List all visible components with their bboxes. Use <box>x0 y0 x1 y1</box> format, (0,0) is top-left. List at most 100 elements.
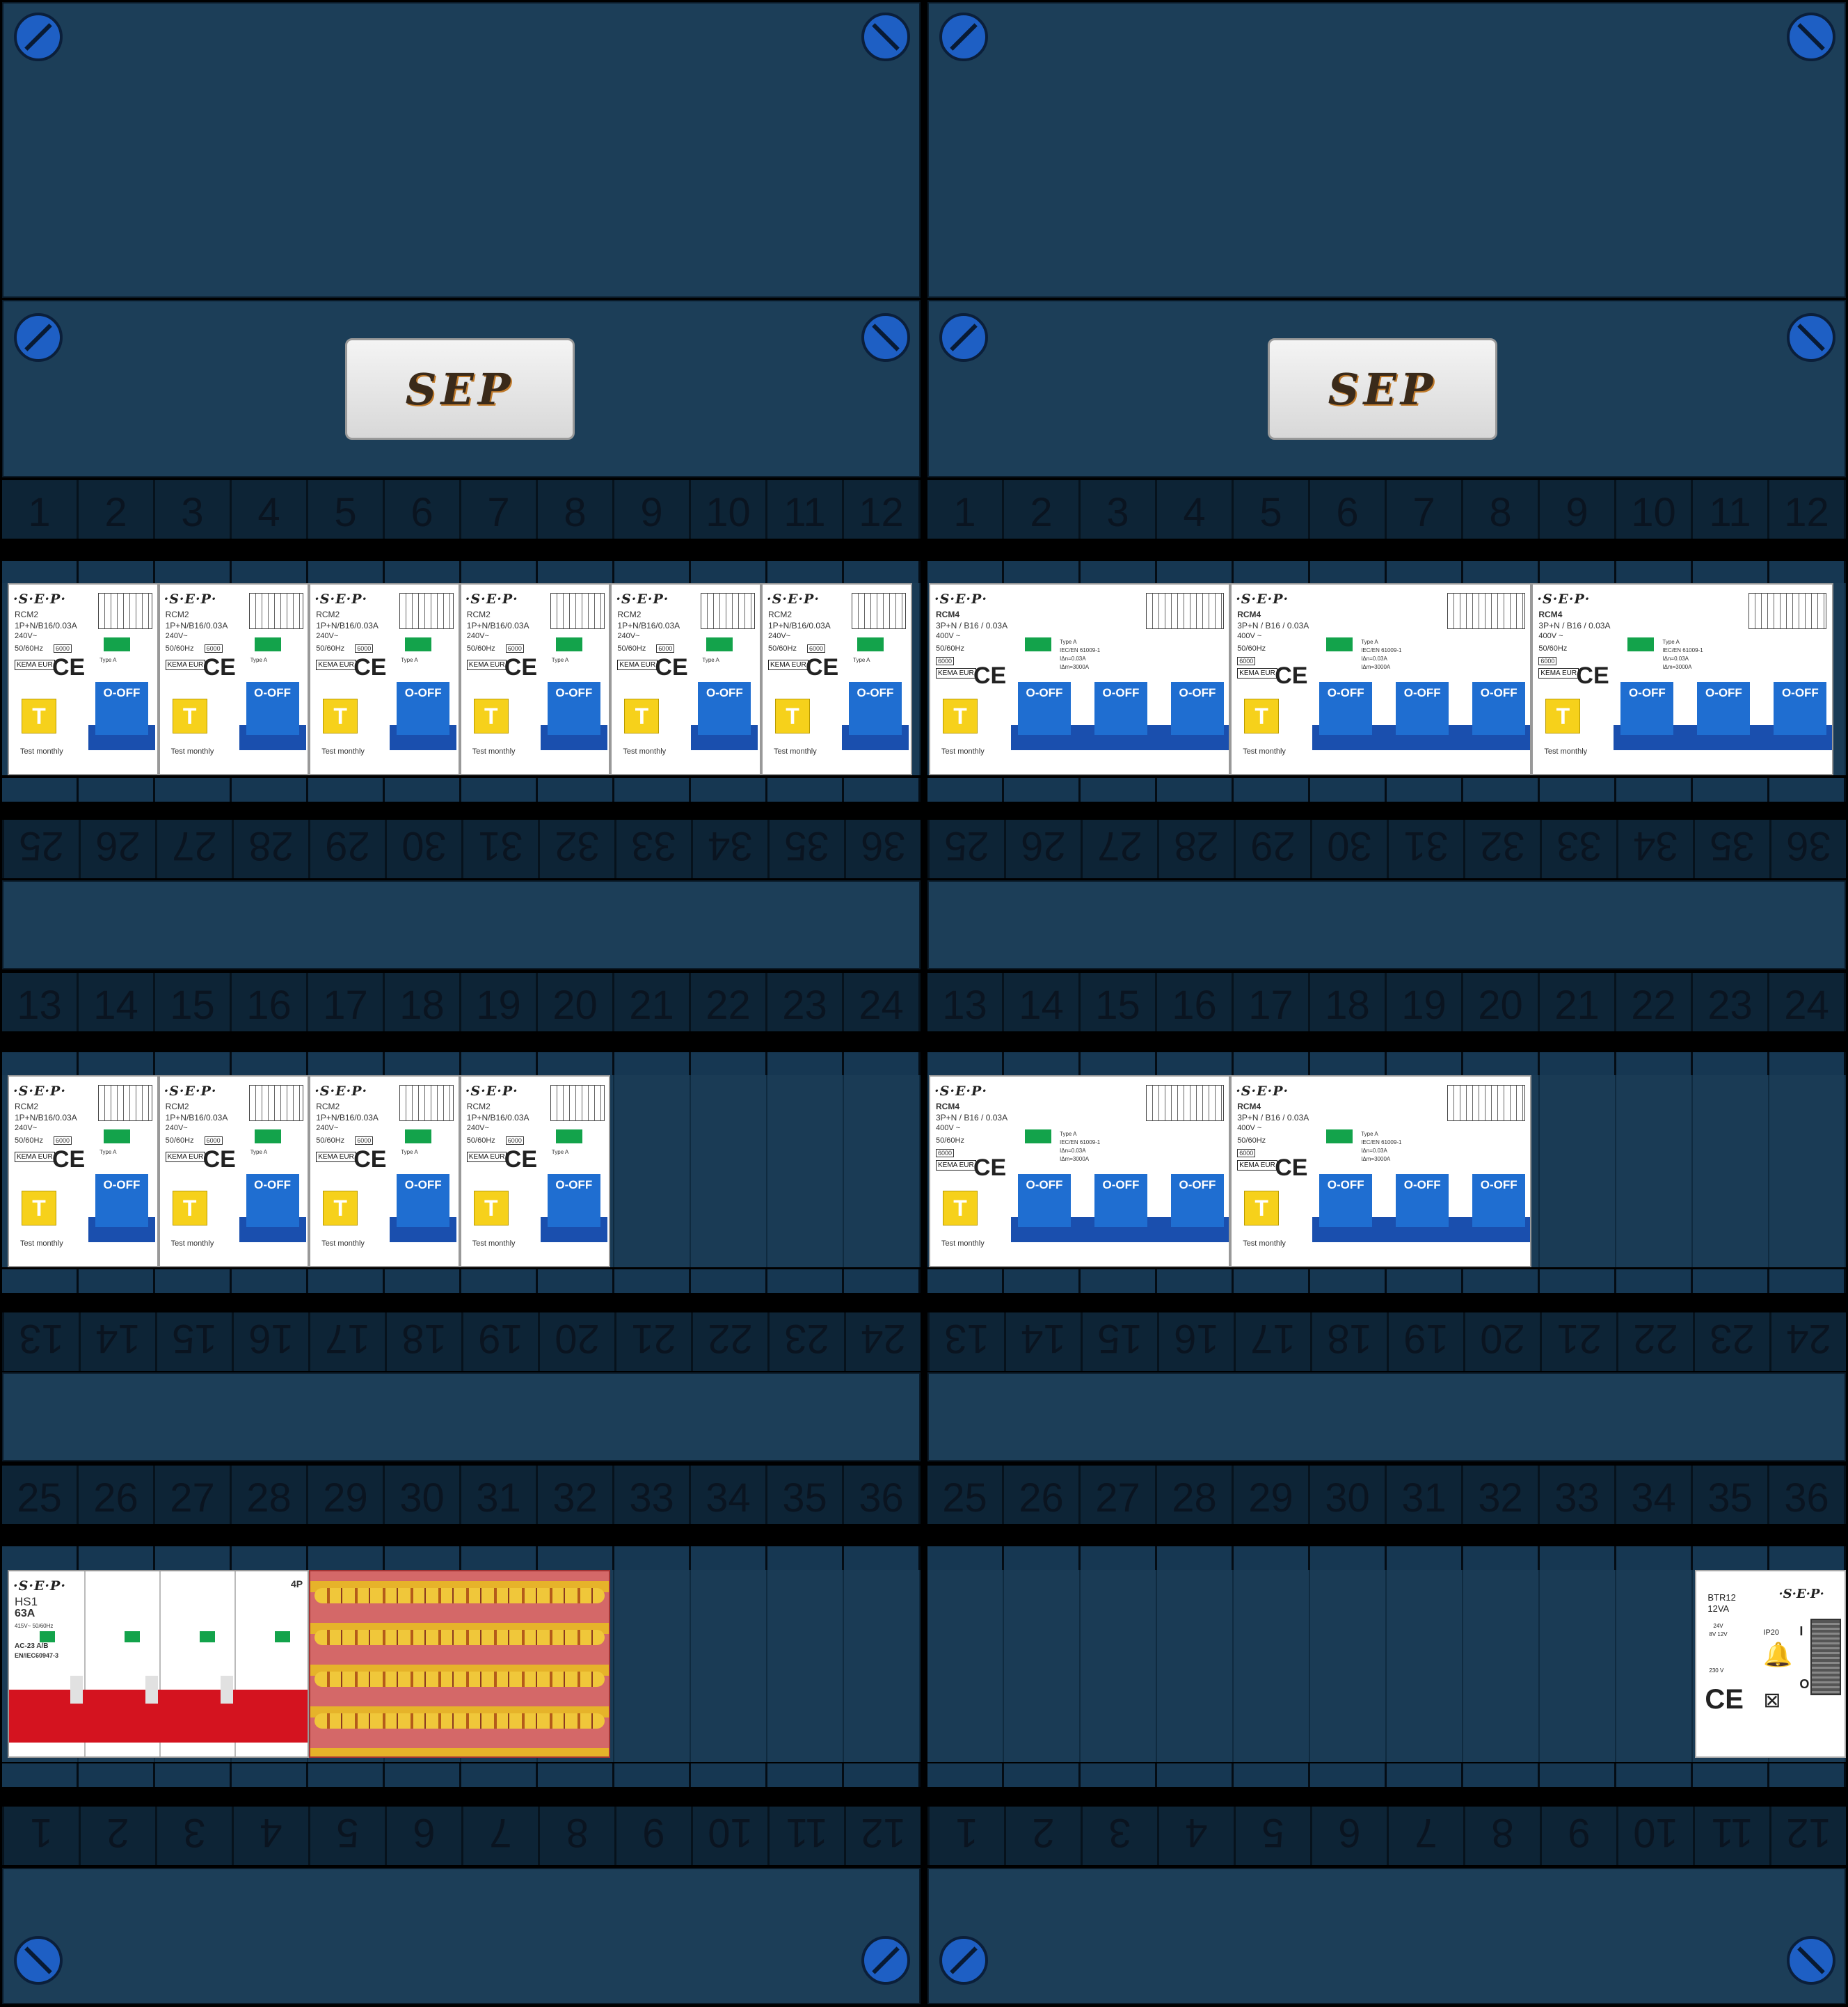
off-toggle[interactable]: O-OFF <box>246 1174 299 1227</box>
module-number: 30 <box>385 1466 461 1524</box>
off-toggle[interactable]: O-OFF <box>1319 682 1373 735</box>
type-label: Type A <box>702 657 719 663</box>
off-toggle[interactable]: O-OFF <box>1094 682 1147 735</box>
off-toggle[interactable]: O-OFF <box>95 1174 148 1227</box>
off-toggle[interactable]: O-OFF <box>1396 1174 1449 1227</box>
rail-segment <box>1616 778 1693 802</box>
off-toggle[interactable]: O-OFF <box>397 682 450 735</box>
va-label: 12VA <box>1707 1603 1730 1614</box>
module-number: 33 <box>614 1466 691 1524</box>
model-label: RCM2 <box>316 610 340 619</box>
test-button[interactable]: T <box>1545 699 1581 733</box>
off-toggle[interactable]: O-OFF <box>547 682 600 735</box>
rail-segment <box>927 1546 1004 1570</box>
busbar-terminals <box>314 1588 605 1603</box>
module-number: 23 <box>767 973 844 1031</box>
test-button[interactable]: T <box>323 1191 358 1225</box>
rail-segment <box>1234 778 1310 802</box>
rail-segment <box>155 1269 232 1293</box>
rail-segment <box>155 1763 232 1787</box>
status-indicator <box>706 637 733 651</box>
test-button[interactable]: T <box>943 1191 978 1225</box>
footer-label: Test monthly <box>941 747 985 756</box>
test-button[interactable]: T <box>172 699 207 733</box>
type-label: Type A <box>853 657 870 663</box>
module-number: 17 <box>1234 1312 1310 1371</box>
module-number: 6 <box>1310 480 1387 539</box>
module-number: 2 <box>1004 480 1081 539</box>
off-toggle[interactable]: O-OFF <box>849 682 902 735</box>
model-label: RCM4 <box>1237 610 1261 619</box>
module-number: 10 <box>691 480 767 539</box>
test-button[interactable]: T <box>775 699 810 733</box>
test-button[interactable]: T <box>172 1191 207 1225</box>
module-number: 21 <box>614 1312 691 1371</box>
frequency-label: 50/60Hz <box>1538 644 1568 653</box>
rcm4-breaker: ·S·E·P· RCM4 3P+N / B16 / 0.03A 400V ~ 50/60… <box>929 1075 1231 1267</box>
test-button[interactable]: T <box>943 699 978 733</box>
capacity-label: 6000 <box>54 1136 72 1145</box>
off-toggle[interactable]: O-OFF <box>1171 1174 1224 1227</box>
test-button[interactable]: T <box>1244 699 1280 733</box>
din-rail-bottom <box>927 1269 1846 1293</box>
module-number: 1 <box>2 480 79 539</box>
blank-module-slot <box>1387 1570 1463 1762</box>
off-toggle[interactable]: O-OFF <box>246 682 299 735</box>
module-number: 35 <box>767 1466 844 1524</box>
off-toggle[interactable]: O-OFF <box>698 682 751 735</box>
test-button[interactable]: T <box>1244 1191 1280 1225</box>
module-number: 34 <box>691 1466 767 1524</box>
off-toggle[interactable]: O-OFF <box>95 682 148 735</box>
handle-gap <box>70 1676 83 1704</box>
off-toggle[interactable]: O-OFF <box>547 1174 600 1227</box>
rating-label: 1P+N/B16/0.03A <box>466 1113 529 1123</box>
module-row-1: ·S·E·P· RCM4 3P+N / B16 / 0.03A 400V ~ 50/60… <box>927 583 1846 775</box>
test-button[interactable]: T <box>624 699 660 733</box>
rail-segment <box>1769 1546 1846 1570</box>
blank-module-slot <box>1004 1570 1081 1762</box>
blank-module-slot <box>767 1570 844 1762</box>
test-button[interactable]: T <box>22 699 56 733</box>
off-toggle[interactable]: O-OFF <box>1018 1174 1071 1227</box>
module-number: 3 <box>155 1807 232 1865</box>
module-number: 14 <box>1004 973 1081 1031</box>
off-toggle[interactable]: O-OFF <box>1094 1174 1147 1227</box>
busbar-terminals <box>314 1630 605 1645</box>
off-toggle[interactable]: O-OFF <box>1171 682 1224 735</box>
module-number: 28 <box>1157 820 1234 878</box>
off-toggle[interactable]: O-OFF <box>1018 682 1071 735</box>
rail-segment <box>1387 1269 1463 1293</box>
off-toggle[interactable]: O-OFF <box>1319 1174 1373 1227</box>
capacity-label: 6000 <box>936 657 955 665</box>
off-toggle[interactable]: O-OFF <box>1774 682 1827 735</box>
rail-segment <box>538 561 614 585</box>
off-toggle[interactable]: O-OFF <box>1697 682 1751 735</box>
capacity-label: 6000 <box>204 1136 223 1145</box>
rail-segment <box>232 1763 308 1787</box>
off-toggle[interactable]: O-OFF <box>397 1174 450 1227</box>
test-button[interactable]: T <box>22 1191 56 1225</box>
rail-segment <box>844 1763 921 1787</box>
footer-label: Test monthly <box>170 1239 214 1248</box>
switch-grill[interactable] <box>1810 1619 1842 1695</box>
off-toggle[interactable]: O-OFF <box>1620 682 1674 735</box>
off-toggle[interactable]: O-OFF <box>1472 1174 1526 1227</box>
test-button[interactable]: T <box>473 1191 509 1225</box>
screw-icon <box>939 313 988 362</box>
test-button[interactable]: T <box>473 699 509 733</box>
rail-segment <box>1004 778 1081 802</box>
module-number: 22 <box>691 1312 767 1371</box>
off-toggle[interactable]: O-OFF <box>1396 682 1449 735</box>
module-number: 17 <box>1234 973 1310 1031</box>
module-number: 9 <box>1540 480 1616 539</box>
test-button[interactable]: T <box>323 699 358 733</box>
rail-segment <box>1769 1763 1846 1787</box>
rail-segment <box>1234 1052 1310 1076</box>
switch-handle[interactable] <box>9 1690 308 1743</box>
rail-segment <box>767 1269 844 1293</box>
module-number: 27 <box>155 1466 232 1524</box>
off-toggle[interactable]: O-OFF <box>1472 682 1526 735</box>
module-number: 34 <box>691 820 767 878</box>
module-number: 5 <box>308 1807 385 1865</box>
cover-strip <box>927 880 1846 969</box>
